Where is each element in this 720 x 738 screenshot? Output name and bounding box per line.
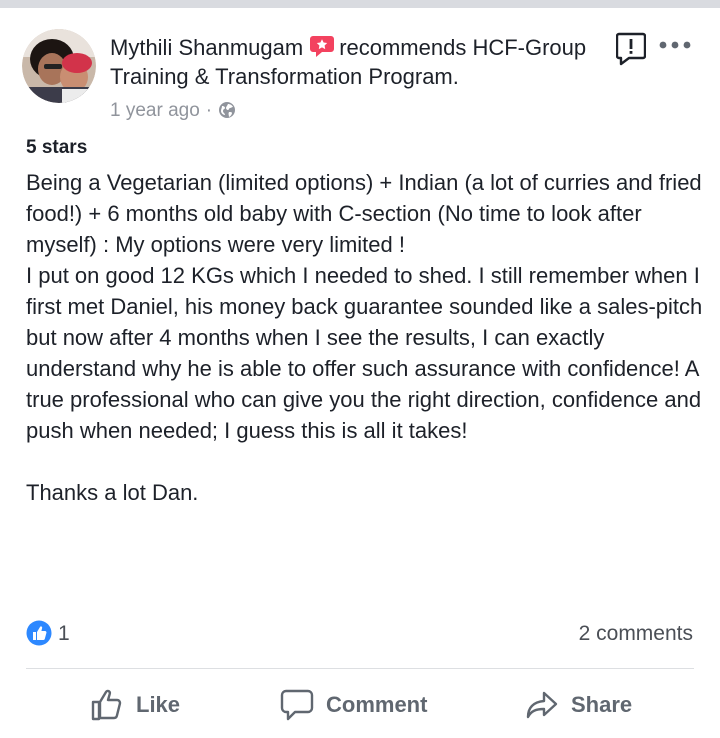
recommend-badge-icon: [309, 34, 335, 58]
comments-count-link[interactable]: 2 comments: [579, 620, 693, 648]
report-icon[interactable]: [615, 32, 647, 66]
comment-bubble-icon: [280, 689, 314, 721]
review-text: Being a Vegetarian (limited options) + I…: [26, 170, 703, 505]
author-name[interactable]: Mythili Shanmugam: [110, 35, 303, 60]
like-label: Like: [136, 692, 181, 717]
meta-separator: ·: [205, 100, 213, 121]
like-count: 1: [58, 622, 70, 645]
timestamp[interactable]: 1 year ago: [110, 100, 200, 121]
comment-button[interactable]: Comment: [280, 685, 427, 725]
like-badge-icon: [26, 620, 52, 646]
more-options-icon[interactable]: [658, 38, 692, 52]
top-divider-strip: [0, 0, 720, 8]
actions-divider: [26, 668, 694, 669]
share-button[interactable]: Share: [525, 685, 632, 725]
share-arrow-icon: [526, 691, 558, 719]
star-rating-label: 5 stars: [26, 137, 88, 158]
thumbs-up-icon: [91, 689, 122, 721]
avatar[interactable]: [22, 29, 96, 103]
post-header: Mythili Shanmugam recommends HCF-Group Tr…: [110, 33, 610, 91]
post-meta: 1 year ago ·: [110, 98, 236, 124]
share-label: Share: [571, 692, 633, 717]
globe-icon: [218, 101, 236, 119]
like-button[interactable]: Like: [90, 685, 180, 725]
reaction-summary[interactable]: 1: [26, 620, 70, 648]
comment-label: Comment: [326, 692, 428, 717]
